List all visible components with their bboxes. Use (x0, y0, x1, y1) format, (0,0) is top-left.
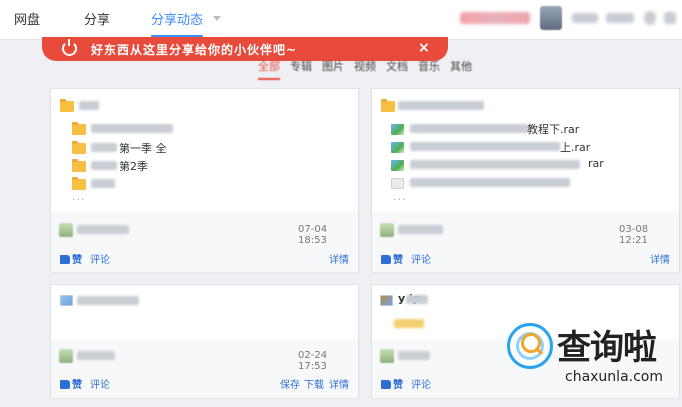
username-redacted[interactable] (398, 225, 443, 234)
list-item[interactable]: 教程下.rar (527, 121, 579, 137)
item-name-redacted (410, 124, 528, 133)
item-name-redacted (91, 161, 117, 170)
list-item[interactable]: rar (588, 157, 604, 170)
share-date: 03-08 12:21 (619, 224, 649, 246)
download-link[interactable]: 下载 (304, 376, 324, 391)
like-button[interactable]: 赞 (60, 251, 82, 266)
list-item[interactable]: 上.rar (560, 139, 590, 155)
nav-item-share[interactable]: 分享 (84, 9, 110, 28)
watermark-url: chaxunla.com (565, 369, 663, 385)
share-card: 第一季 全 第2季 ··· 07-04 18:53 赞 评论 详情 (50, 88, 359, 272)
filter-tab-all[interactable]: 全部 (258, 58, 280, 80)
folder-icon (381, 99, 395, 112)
comment-link[interactable]: 评论 (90, 376, 110, 391)
image-file-icon (60, 295, 73, 306)
details-link[interactable]: 详情 (329, 251, 349, 266)
item-name-redacted (91, 143, 117, 152)
share-date: 02-24 17:53 (298, 350, 328, 372)
item-name-redacted[interactable] (91, 179, 115, 188)
file-icon (391, 178, 404, 189)
folder-icon (60, 99, 74, 112)
comment-link[interactable]: 评论 (411, 251, 431, 266)
user-avatar[interactable] (380, 223, 394, 237)
list-item[interactable]: 第2季 (119, 158, 148, 174)
close-icon[interactable]: × (418, 40, 430, 56)
username-redacted[interactable] (77, 351, 115, 360)
username-redacted[interactable] (77, 225, 129, 234)
avatar[interactable] (540, 6, 562, 30)
user-avatar[interactable] (59, 223, 73, 237)
user-avatar[interactable] (380, 349, 394, 363)
folder-preview-redacted[interactable] (394, 319, 424, 328)
card-title-redacted[interactable] (77, 296, 139, 305)
card-footer: 07-04 18:53 赞 评论 详情 (51, 211, 358, 272)
notice-text: 好东西从这里分享给你的小伙伴吧~ (91, 43, 298, 57)
menu-icon[interactable] (664, 12, 676, 24)
like-button[interactable]: 赞 (381, 376, 403, 391)
filter-tab-video[interactable]: 视频 (354, 58, 376, 76)
filter-tabs: 全部 专辑 图片 视频 文档 音乐 其他 (258, 58, 472, 80)
comment-link[interactable]: 评论 (411, 376, 431, 391)
like-label: 赞 (72, 380, 82, 391)
filter-tab-doc[interactable]: 文档 (386, 58, 408, 76)
card-title-redacted[interactable] (398, 101, 484, 110)
archive-file-icon (391, 124, 404, 135)
card-title-redacted[interactable] (79, 101, 99, 110)
details-link[interactable]: 详情 (650, 251, 670, 266)
filter-tab-other[interactable]: 其他 (450, 58, 472, 76)
share-card: 教程下.rar 上.rar rar ··· 03-08 12:21 赞 评论 详… (371, 88, 680, 272)
redacted-menu-item[interactable] (606, 13, 634, 23)
filter-tab-album[interactable]: 专辑 (290, 58, 312, 76)
card-footer: 02-24 17:53 赞 评论 保存 下载 详情 (51, 339, 358, 398)
archive-file-icon (391, 142, 404, 153)
settings-icon[interactable] (644, 11, 656, 25)
thumbs-up-icon (60, 255, 70, 264)
thumbs-up-icon (381, 380, 391, 389)
like-label: 赞 (393, 380, 403, 391)
username-redacted[interactable] (398, 351, 430, 360)
archive-file-icon (391, 160, 404, 171)
list-item[interactable]: 第一季 全 (119, 140, 167, 156)
share-date: 07-04 18:53 (298, 224, 328, 246)
user-avatar[interactable] (59, 349, 73, 363)
more-items-indicator: ··· (72, 193, 86, 206)
like-button[interactable]: 赞 (60, 376, 82, 391)
filter-tab-music[interactable]: 音乐 (418, 58, 440, 76)
thumbs-up-icon (60, 380, 70, 389)
magnifier-icon (521, 333, 541, 353)
item-name-redacted[interactable] (91, 124, 173, 133)
share-card: 02-24 17:53 赞 评论 保存 下载 详情 (50, 284, 359, 398)
username-redacted[interactable] (460, 12, 530, 24)
like-label: 赞 (393, 255, 403, 266)
folder-icon (72, 177, 86, 190)
item-name-redacted (410, 160, 580, 169)
image-file-icon (380, 295, 393, 306)
folder-icon (72, 122, 86, 135)
thumbs-up-icon (381, 255, 391, 264)
power-icon (62, 39, 77, 56)
comment-link[interactable]: 评论 (90, 251, 110, 266)
redacted-menu-item[interactable] (572, 13, 598, 23)
item-name-redacted (410, 142, 560, 151)
top-nav-bar: 网盘 分享 分享动态 (0, 0, 682, 40)
card-footer: 03-08 12:21 赞 评论 详情 (372, 211, 679, 272)
folder-icon (72, 159, 86, 172)
chevron-down-icon[interactable] (213, 16, 221, 21)
filter-tab-image[interactable]: 图片 (322, 58, 344, 76)
item-name-redacted[interactable] (410, 178, 570, 187)
more-items-indicator: ··· (393, 193, 407, 206)
watermark-text: 查询啦 (557, 328, 657, 368)
nav-item-share-activity[interactable]: 分享动态 (151, 9, 203, 28)
folder-icon (72, 141, 86, 154)
details-link[interactable]: 详情 (329, 376, 349, 391)
like-button[interactable]: 赞 (381, 251, 403, 266)
like-label: 赞 (72, 255, 82, 266)
card-title-redacted (406, 295, 428, 304)
nav-item-netdisk[interactable]: 网盘 (14, 9, 40, 28)
save-link[interactable]: 保存 (280, 376, 300, 391)
